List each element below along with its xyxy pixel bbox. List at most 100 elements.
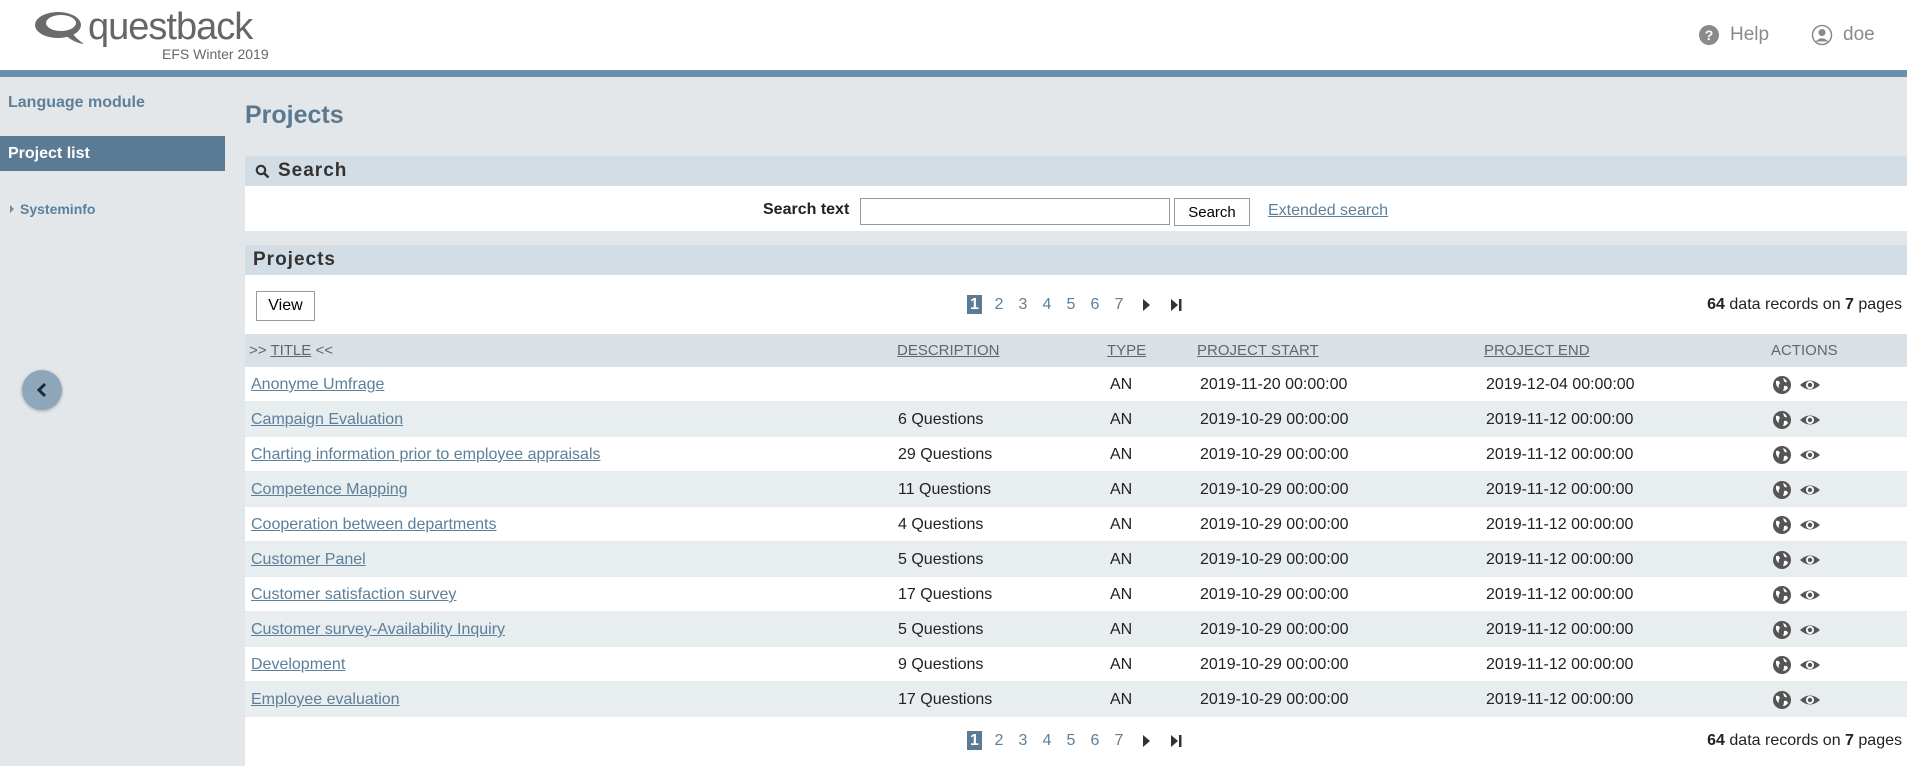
pager: 1 2 3 4 5 6 7 (967, 731, 1191, 750)
play-right-icon (1142, 298, 1150, 311)
project-title-link[interactable]: Customer Panel (251, 551, 366, 569)
page-6[interactable]: 6 (1083, 732, 1107, 750)
page-4[interactable]: 4 (1035, 732, 1059, 750)
page-6[interactable]: 6 (1083, 296, 1107, 314)
project-title-link[interactable]: Campaign Evaluation (251, 411, 403, 429)
title-column-header[interactable]: >> TITLE << (249, 342, 333, 359)
search-button[interactable]: Search (1174, 198, 1250, 226)
table-row: Cooperation between departments 4 Questio… (245, 507, 1907, 542)
globe-icon[interactable] (1771, 690, 1793, 710)
project-description: 29 Questions (898, 446, 993, 463)
collapse-sidebar-button[interactable] (22, 370, 62, 410)
next-page-button[interactable] (1131, 298, 1161, 311)
actions-column-header: ACTIONS (1771, 342, 1838, 359)
project-end-sort-link[interactable]: PROJECT END (1484, 342, 1590, 359)
project-start: 2019-10-29 00:00:00 (1200, 586, 1349, 603)
project-type: AN (1110, 551, 1133, 568)
description-column-header[interactable]: DESCRIPTION (897, 342, 1000, 359)
project-start-sort-link[interactable]: PROJECT START (1197, 342, 1319, 359)
eye-icon[interactable] (1799, 550, 1821, 570)
page-2[interactable]: 2 (987, 296, 1011, 314)
project-end: 2019-11-12 00:00:00 (1486, 411, 1634, 428)
globe-icon[interactable] (1771, 620, 1793, 640)
project-title-link[interactable]: Customer satisfaction survey (251, 586, 456, 604)
globe-icon[interactable] (1771, 375, 1793, 395)
play-right-icon (1142, 734, 1150, 747)
skip-to-end-icon (1170, 298, 1181, 311)
questback-logo[interactable]: questback EFS Winter 2019 (34, 6, 294, 64)
eye-icon[interactable] (1799, 375, 1821, 395)
last-page-button[interactable] (1161, 734, 1191, 747)
extended-search-link[interactable]: Extended search (1268, 202, 1388, 220)
records-mid-text: data records on (1729, 732, 1841, 749)
page-5[interactable]: 5 (1059, 732, 1083, 750)
eye-icon[interactable] (1799, 655, 1821, 675)
view-button[interactable]: View (256, 291, 315, 321)
chevron-left-icon (36, 382, 47, 398)
page-1[interactable]: 1 (967, 295, 982, 314)
sidebar-item-language-module[interactable]: Language module (8, 94, 145, 112)
type-column-header[interactable]: TYPE (1107, 342, 1146, 359)
project-title-link[interactable]: Competence Mapping (251, 481, 408, 499)
pager: 1 2 3 4 5 6 7 (967, 295, 1191, 314)
table-body: Anonyme Umfrage AN 2019-11-20 00:00:00 2019… (245, 367, 1907, 717)
app-header: questback EFS Winter 2019 ? Help doe (0, 0, 1907, 77)
records-tail-text: pages (1858, 732, 1902, 749)
page-7[interactable]: 7 (1107, 732, 1131, 750)
page-5[interactable]: 5 (1059, 296, 1083, 314)
eye-icon[interactable] (1799, 480, 1821, 500)
project-type: AN (1110, 621, 1133, 638)
projects-section-header: Projects (245, 245, 1907, 275)
project-end: 2019-11-12 00:00:00 (1486, 481, 1634, 498)
page-7[interactable]: 7 (1107, 296, 1131, 314)
project-title-link[interactable]: Customer survey-Availability Inquiry (251, 621, 505, 639)
project-type: AN (1110, 586, 1133, 603)
page-3[interactable]: 3 (1011, 732, 1035, 750)
project-title-link[interactable]: Charting information prior to employee a… (251, 446, 601, 464)
title-sort-prefix: >> (249, 342, 267, 359)
project-start: 2019-10-29 00:00:00 (1200, 516, 1349, 533)
title-sort-link[interactable]: TITLE (270, 342, 311, 359)
type-sort-link[interactable]: TYPE (1107, 342, 1146, 359)
globe-icon[interactable] (1771, 585, 1793, 605)
eye-icon[interactable] (1799, 410, 1821, 430)
globe-icon[interactable] (1771, 445, 1793, 465)
search-panel: Search text Search Extended search (245, 186, 1907, 231)
project-start-column-header[interactable]: PROJECT START (1197, 342, 1319, 359)
page-3[interactable]: 3 (1011, 296, 1035, 314)
globe-icon[interactable] (1771, 410, 1793, 430)
eye-icon[interactable] (1799, 690, 1821, 710)
help-link[interactable]: ? Help (1698, 24, 1769, 46)
description-sort-link[interactable]: DESCRIPTION (897, 342, 1000, 359)
globe-icon[interactable] (1771, 480, 1793, 500)
project-description: 11 Questions (898, 481, 992, 498)
project-description: 6 Questions (898, 411, 984, 428)
sidebar-item-systeminfo[interactable]: Systeminfo (10, 201, 95, 217)
page-1[interactable]: 1 (967, 731, 982, 750)
sidebar-item-project-list[interactable]: Project list (0, 136, 225, 171)
page-4[interactable]: 4 (1035, 296, 1059, 314)
eye-icon[interactable] (1799, 620, 1821, 640)
next-page-button[interactable] (1131, 734, 1161, 747)
project-title-link[interactable]: Employee evaluation (251, 691, 400, 709)
project-title-link[interactable]: Anonyme Umfrage (251, 376, 384, 394)
row-actions (1771, 550, 1821, 570)
row-actions (1771, 515, 1821, 535)
eye-icon[interactable] (1799, 585, 1821, 605)
search-input[interactable] (860, 198, 1170, 225)
project-end: 2019-11-12 00:00:00 (1486, 621, 1634, 638)
page-2[interactable]: 2 (987, 732, 1011, 750)
project-title-link[interactable]: Cooperation between departments (251, 516, 497, 534)
project-title-link[interactable]: Development (251, 656, 345, 674)
last-page-button[interactable] (1161, 298, 1191, 311)
eye-icon[interactable] (1799, 445, 1821, 465)
globe-icon[interactable] (1771, 655, 1793, 675)
project-end: 2019-11-12 00:00:00 (1486, 551, 1634, 568)
project-end-column-header[interactable]: PROJECT END (1484, 342, 1590, 359)
user-label: doe (1843, 24, 1875, 45)
eye-icon[interactable] (1799, 515, 1821, 535)
globe-icon[interactable] (1771, 550, 1793, 570)
globe-icon[interactable] (1771, 515, 1793, 535)
user-menu[interactable]: doe (1811, 24, 1875, 46)
table-row: Competence Mapping 11 Questions AN 2019-10-… (245, 472, 1907, 507)
